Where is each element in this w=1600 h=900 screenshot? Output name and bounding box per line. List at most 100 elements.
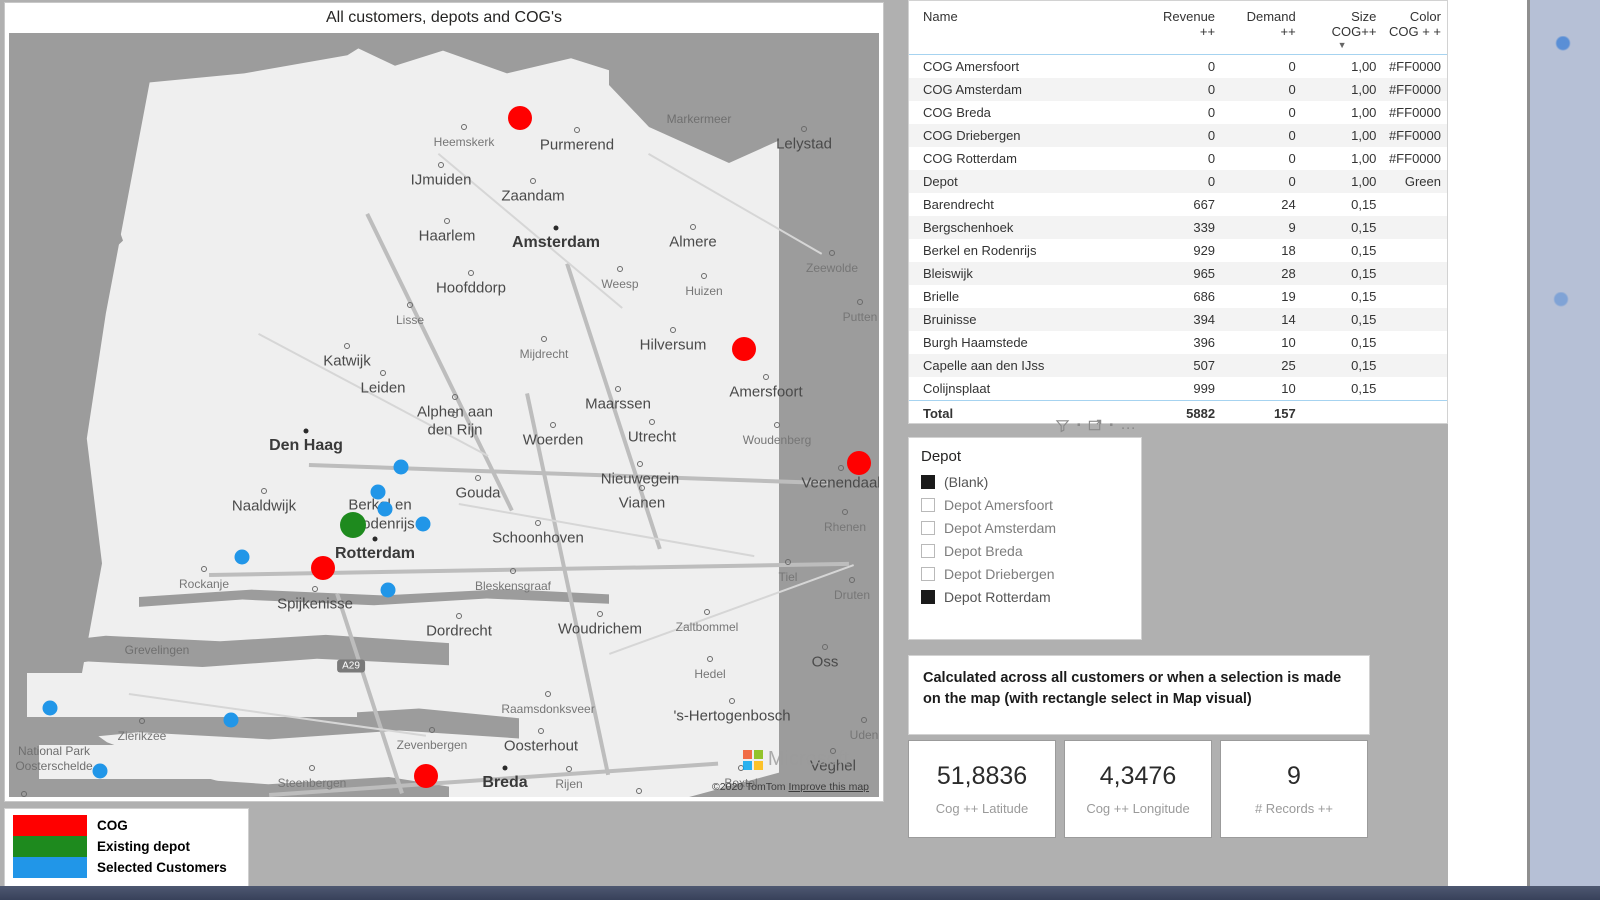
cell-revenue: 686 (1193, 289, 1216, 304)
column-header-demand[interactable]: Demand ++ (1221, 1, 1302, 55)
cell-color: Green (1404, 174, 1441, 189)
map-canvas[interactable]: A29 Markermeer Lelystad Purmerend Heemskerk… (9, 33, 879, 797)
column-header-name[interactable]: Name (909, 1, 1135, 55)
slicer-checkbox[interactable] (921, 520, 935, 535)
column-header-size-cog[interactable]: Size COG++ ▼ (1301, 1, 1383, 55)
slicer-checkbox[interactable] (921, 566, 935, 581)
map-city-dot (842, 509, 848, 515)
kpi-card[interactable]: 4,3476 Cog ++ Longitude (1064, 740, 1212, 838)
slicer-item[interactable]: (Blank) (921, 470, 1129, 493)
map-marker-customer[interactable] (223, 712, 239, 728)
slicer-item[interactable]: Depot Driebergen (921, 562, 1129, 585)
cell-name: COG Breda (923, 105, 991, 120)
table-row[interactable]: Bruinisse 394 14 0,15 (909, 308, 1447, 331)
cell-size: 0,15 (1351, 289, 1377, 304)
map-marker-cog-breda[interactable] (414, 764, 438, 788)
kpi-card[interactable]: 51,8836 Cog ++ Latitude (908, 740, 1056, 838)
map-city-dot (597, 611, 603, 617)
cell-size: 1,00 (1351, 82, 1377, 97)
map-marker-customer[interactable] (380, 582, 396, 598)
map-visual[interactable]: All customers, depots and COG's A29 Mark… (4, 2, 884, 802)
map-label: Putten (842, 310, 878, 324)
focus-mode-icon[interactable] (1088, 418, 1103, 433)
slicer-checkbox[interactable] (921, 497, 935, 512)
kpi-card[interactable]: 9 # Records ++ (1220, 740, 1368, 838)
sort-descending-icon[interactable]: ▼ (1308, 40, 1377, 50)
cell-demand: 10 (1281, 381, 1296, 396)
slicer-item[interactable]: Depot Amsterdam (921, 516, 1129, 539)
slicer-item-list[interactable]: (Blank) Depot Amersfoort Depot Amsterdam De… (921, 470, 1129, 608)
more-options-icon[interactable]: … (1120, 416, 1137, 434)
table-row[interactable]: Depot 0 0 1,00 Green (909, 170, 1447, 193)
cell-color: #FF0000 (1388, 59, 1441, 74)
map-city-dot (849, 577, 855, 583)
column-header-label: Color COG + + (1388, 9, 1441, 39)
slicer-checkbox[interactable] (921, 543, 935, 558)
map-marker-customer[interactable] (234, 549, 250, 565)
filter-icon[interactable] (1055, 418, 1070, 433)
island-noord-beveland (39, 745, 339, 779)
map-marker-customer[interactable] (42, 700, 58, 716)
table-row[interactable]: Capelle aan den IJss 507 25 0,15 (909, 354, 1447, 377)
cell-revenue: 0 (1207, 151, 1216, 166)
kpi-label: Cog ++ Latitude (935, 801, 1029, 816)
cell-name: Berkel en Rodenrijs (923, 243, 1037, 258)
table-row[interactable]: COG Amsterdam 0 0 1,00 #FF0000 (909, 78, 1447, 101)
slicer-item[interactable]: Depot Rotterdam (921, 585, 1129, 608)
map-city-dot (475, 475, 481, 481)
map-marker-customer[interactable] (415, 516, 431, 532)
map-marker-customer[interactable] (393, 459, 409, 475)
visual-header-icons[interactable]: ▪ ▪ … (1055, 416, 1137, 434)
map-city-dot (857, 299, 863, 305)
map-city-dot (541, 336, 547, 342)
table-row[interactable]: Barendrecht 667 24 0,15 (909, 193, 1447, 216)
slicer-checkbox[interactable] (921, 474, 935, 489)
map-city-dot (530, 178, 536, 184)
column-header-label: Size COG++ (1331, 9, 1377, 39)
table-row[interactable]: Brielle 686 19 0,15 (909, 285, 1447, 308)
table-visual[interactable]: Name Revenue ++ Demand ++ Size COG++ ▼ Color CO… (908, 0, 1448, 425)
cell-size: 0,15 (1351, 197, 1377, 212)
map-marker-cog-driebergen[interactable] (847, 451, 871, 475)
cell-demand: 10 (1281, 335, 1296, 350)
data-table[interactable]: Name Revenue ++ Demand ++ Size COG++ ▼ Color CO… (909, 1, 1447, 425)
cell-demand: 0 (1288, 59, 1296, 74)
map-city-dot (21, 791, 27, 797)
improve-this-map-link[interactable]: Improve this map (788, 781, 869, 793)
map-marker-cog-rotterdam[interactable] (311, 556, 335, 580)
cell-size: 1,00 (1351, 59, 1377, 74)
table-row[interactable]: COG Breda 0 0 1,00 #FF0000 (909, 101, 1447, 124)
table-row[interactable]: COG Rotterdam 0 0 1,00 #FF0000 (909, 147, 1447, 170)
table-row[interactable]: Bergschenhoek 339 9 0,15 (909, 216, 1447, 239)
slicer-item[interactable]: Depot Breda (921, 539, 1129, 562)
column-header-revenue[interactable]: Revenue ++ (1134, 1, 1222, 55)
cell-revenue: 394 (1193, 312, 1216, 327)
table-row[interactable]: COG Amersfoort 0 0 1,00 #FF0000 (909, 55, 1447, 79)
cell-revenue: 0 (1207, 128, 1216, 143)
table-row[interactable]: Berkel en Rodenrijs 929 18 0,15 (909, 239, 1447, 262)
table-row[interactable]: Colijnsplaat 999 10 0,15 (909, 377, 1447, 401)
microsoft-squares-icon (742, 749, 763, 770)
map-marker-customer[interactable] (377, 501, 393, 517)
column-header-sublabel: ++ (1199, 24, 1216, 39)
map-marker-cog-amsterdam[interactable] (508, 106, 532, 130)
column-header-color-cog[interactable]: Color COG + + (1382, 1, 1447, 55)
slicer-checkbox[interactable] (921, 589, 935, 604)
table-body[interactable]: COG Amersfoort 0 0 1,00 #FF0000 COG Amsterdam… (909, 55, 1447, 401)
legend-label: COG (97, 818, 128, 833)
map-marker-depot-rotterdam[interactable] (340, 512, 366, 538)
os-taskbar-strip (0, 886, 1600, 900)
depot-slicer[interactable]: Depot (Blank) Depot Amersfoort Depot Amste… (908, 437, 1142, 640)
map-city-dot (785, 559, 791, 565)
legend-swatch (13, 857, 87, 878)
map-marker-customer[interactable] (92, 763, 108, 779)
map-marker-customer[interactable] (370, 484, 386, 500)
right-side-pane (1528, 0, 1600, 886)
map-marker-cog-amersfoort[interactable] (732, 337, 756, 361)
table-row[interactable]: COG Driebergen 0 0 1,00 #FF0000 (909, 124, 1447, 147)
cell-demand: 25 (1281, 358, 1296, 373)
table-row[interactable]: Burgh Haamstede 396 10 0,15 (909, 331, 1447, 354)
slicer-item[interactable]: Depot Amersfoort (921, 493, 1129, 516)
map-city-dot (438, 162, 444, 168)
table-row[interactable]: Bleiswijk 965 28 0,15 (909, 262, 1447, 285)
